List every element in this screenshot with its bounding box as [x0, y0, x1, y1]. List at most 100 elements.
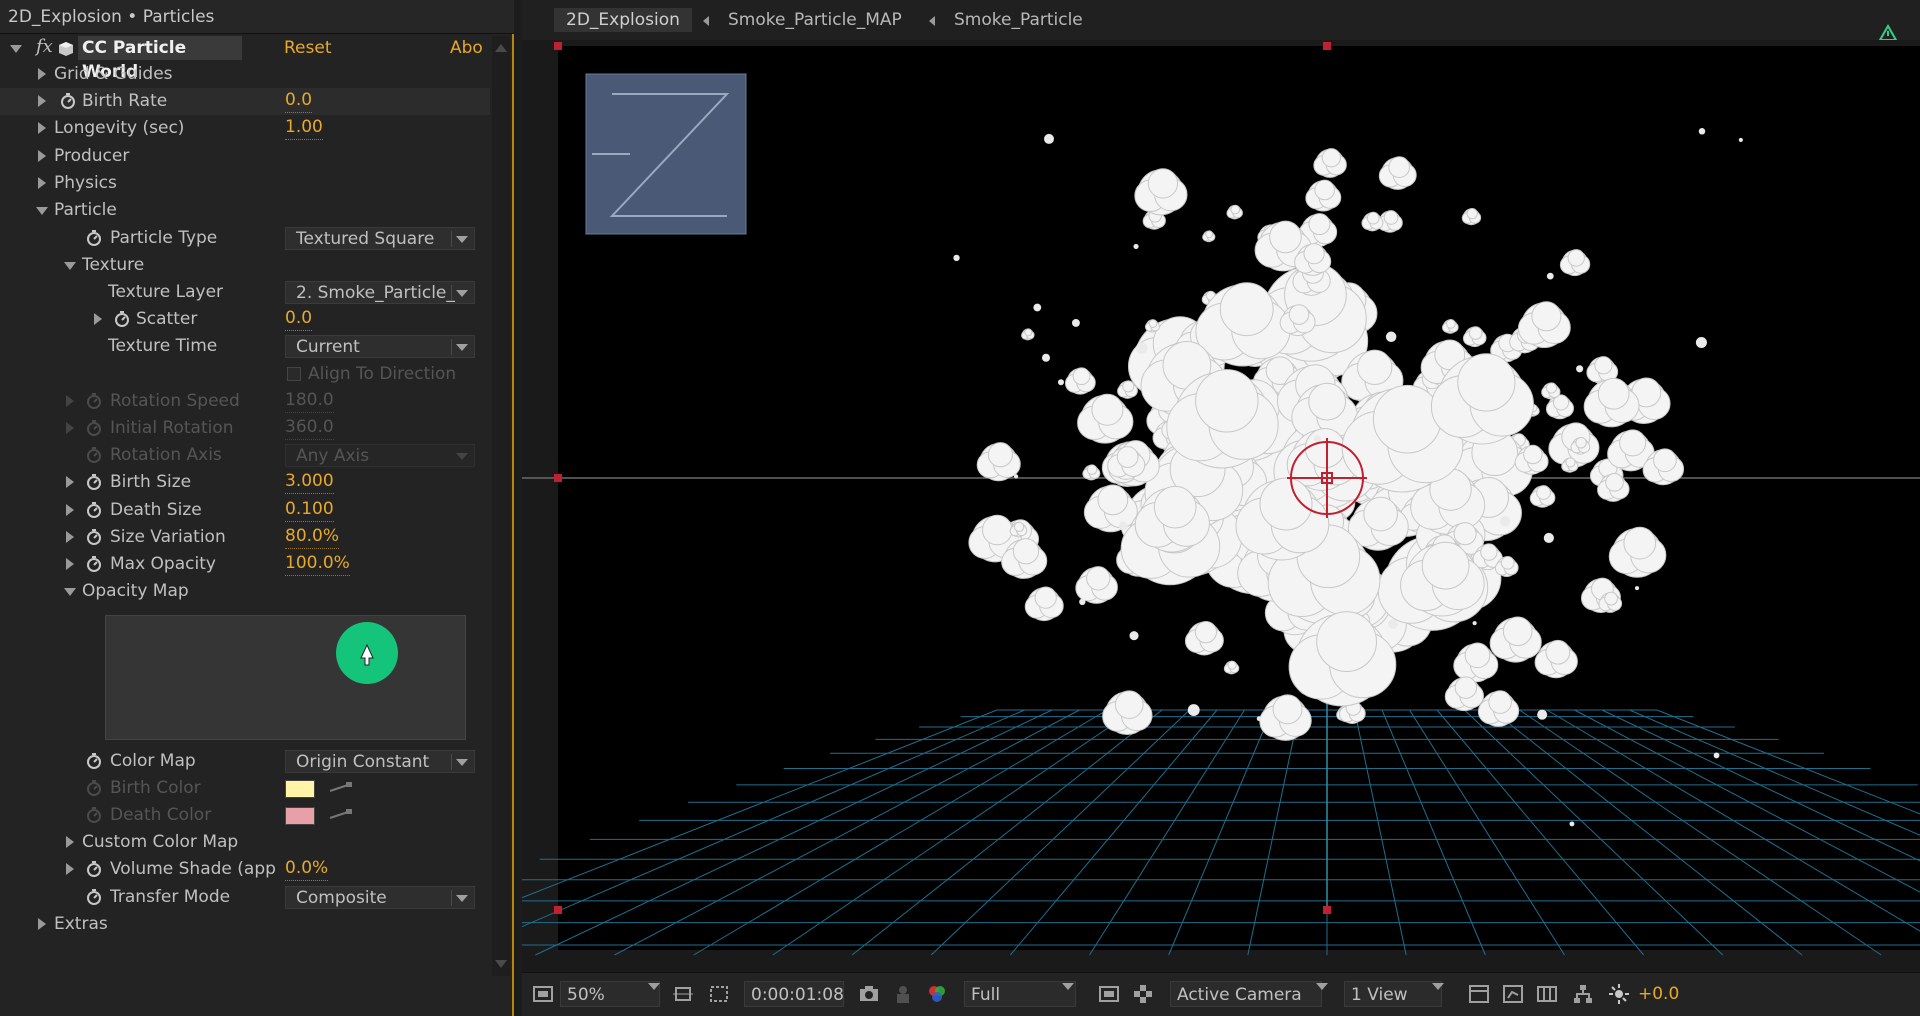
prop-birth-size[interactable]: Birth Size 3.000	[0, 469, 490, 496]
timecode-field[interactable]: 0:00:01:08	[744, 981, 844, 1007]
exposure-reset-icon[interactable]	[1608, 983, 1630, 1005]
scroll-up-icon[interactable]	[495, 44, 507, 52]
texture-time-dropdown[interactable]: Current	[285, 335, 475, 358]
stopwatch-icon[interactable]	[86, 502, 102, 518]
prop-physics[interactable]: Physics	[0, 170, 490, 197]
prop-grid-guides[interactable]: Grid & Guides	[0, 61, 490, 88]
bounding-handle[interactable]	[554, 474, 562, 482]
twirl-closed-icon[interactable]	[66, 558, 74, 570]
effect-name[interactable]: CC Particle World	[78, 36, 242, 82]
transfer-mode-dropdown[interactable]: Composite	[285, 886, 475, 909]
prop-rotation-speed[interactable]: Rotation Speed 180.0	[0, 388, 490, 415]
longevity-value[interactable]: 1.00	[285, 115, 323, 140]
stopwatch-icon[interactable]	[86, 556, 102, 572]
stopwatch-icon[interactable]	[86, 230, 102, 246]
channels-icon[interactable]	[926, 983, 948, 1005]
exposure-value[interactable]: +0.0	[1638, 981, 1679, 1007]
resolution-dropdown[interactable]: Full	[964, 981, 1076, 1007]
twirl-closed-icon[interactable]	[66, 422, 74, 434]
prop-extras[interactable]: Extras	[0, 911, 490, 938]
death-size-value[interactable]: 0.100	[285, 497, 334, 522]
scroll-down-icon[interactable]	[495, 960, 507, 968]
eyedropper-icon[interactable]	[328, 781, 354, 795]
prop-longevity[interactable]: Longevity (sec) 1.00	[0, 115, 490, 142]
prop-death-size[interactable]: Death Size 0.100	[0, 497, 490, 524]
prop-texture-layer[interactable]: Texture Layer 2. Smoke_Particle_	[0, 279, 490, 306]
particle-type-dropdown[interactable]: Textured Square	[285, 227, 475, 250]
birth-color-swatch[interactable]	[285, 780, 315, 798]
death-color-swatch[interactable]	[285, 807, 315, 825]
bounding-handle[interactable]	[1323, 906, 1331, 914]
prop-volume-shade[interactable]: Volume Shade (app 0.0%	[0, 856, 490, 883]
align-checkbox[interactable]	[287, 367, 301, 381]
prop-texture[interactable]: Texture	[0, 252, 490, 279]
twirl-closed-icon[interactable]	[66, 504, 74, 516]
twirl-closed-icon[interactable]	[66, 836, 74, 848]
prop-size-variation[interactable]: Size Variation 80.0%	[0, 524, 490, 551]
about-button[interactable]: Abo	[450, 36, 483, 60]
fit-icon[interactable]	[672, 983, 694, 1005]
prop-custom-color-map[interactable]: Custom Color Map	[0, 829, 490, 856]
stopwatch-icon[interactable]	[86, 529, 102, 545]
prop-birth-rate[interactable]: Birth Rate 0.0	[0, 88, 490, 115]
breadcrumb-item-smoke-particle-map[interactable]: Smoke_Particle_MAP	[716, 8, 914, 32]
twirl-closed-icon[interactable]	[38, 177, 46, 189]
twirl-closed-icon[interactable]	[66, 395, 74, 407]
composition-canvas[interactable]	[522, 40, 1920, 970]
twirl-open-icon[interactable]	[64, 588, 76, 596]
zoom-dropdown[interactable]: 50%	[560, 981, 660, 1007]
breadcrumb-item-2d-explosion[interactable]: 2D_Explosion	[554, 8, 692, 32]
stopwatch-icon[interactable]	[86, 861, 102, 877]
fast-previews-icon[interactable]	[1098, 983, 1120, 1005]
stopwatch-icon[interactable]	[86, 780, 102, 796]
color-map-dropdown[interactable]: Origin Constant	[285, 750, 475, 773]
3d-view-icon[interactable]	[1536, 983, 1558, 1005]
twirl-closed-icon[interactable]	[38, 918, 46, 930]
birth-rate-value[interactable]: 0.0	[285, 88, 313, 113]
twirl-open-icon[interactable]	[64, 262, 76, 270]
effect-header[interactable]: fx CC Particle World Reset Abo	[0, 36, 496, 82]
size-variation-value[interactable]: 80.0%	[285, 524, 340, 549]
panel-scrollbar[interactable]	[492, 36, 510, 976]
stopwatch-icon[interactable]	[86, 393, 102, 409]
show-snapshot-icon[interactable]	[892, 983, 914, 1005]
prop-initial-rotation[interactable]: Initial Rotation 360.0	[0, 415, 490, 442]
comp-flowchart-icon[interactable]	[1502, 983, 1524, 1005]
bounding-handle[interactable]	[554, 42, 562, 50]
prop-max-opacity[interactable]: Max Opacity 100.0%	[0, 551, 490, 578]
transparency-grid-icon[interactable]	[1132, 983, 1154, 1005]
twirl-open-icon[interactable]	[36, 207, 48, 215]
breadcrumb-item-smoke-particle[interactable]: Smoke_Particle	[942, 8, 1095, 32]
scatter-value[interactable]: 0.0	[285, 306, 313, 331]
birth-size-value[interactable]: 3.000	[285, 469, 334, 494]
view-layout-dropdown[interactable]: 1 View	[1344, 981, 1442, 1007]
stopwatch-icon[interactable]	[86, 889, 102, 905]
stopwatch-icon[interactable]	[86, 753, 102, 769]
twirl-closed-icon[interactable]	[66, 863, 74, 875]
rotation-axis-dropdown[interactable]: Any Axis	[285, 444, 475, 467]
fx-icon[interactable]: fx	[36, 36, 53, 57]
effect-twirl-icon[interactable]	[10, 45, 22, 53]
timeline-icon[interactable]	[1468, 983, 1490, 1005]
prop-transfer-mode[interactable]: Transfer Mode Composite	[0, 884, 490, 911]
camera-view-dropdown[interactable]: Active Camera	[1170, 981, 1322, 1007]
always-preview-icon[interactable]	[532, 983, 554, 1005]
volume-shade-value[interactable]: 0.0%	[285, 856, 329, 881]
twirl-closed-icon[interactable]	[38, 95, 46, 107]
prop-birth-color[interactable]: Birth Color	[0, 775, 490, 802]
eyedropper-icon[interactable]	[328, 808, 354, 822]
prop-rotation-axis[interactable]: Rotation Axis Any Axis	[0, 442, 490, 469]
prop-texture-time[interactable]: Texture Time Current	[0, 333, 490, 360]
region-of-interest-icon[interactable]	[708, 983, 730, 1005]
twirl-closed-icon[interactable]	[38, 122, 46, 134]
stopwatch-icon[interactable]	[86, 474, 102, 490]
stopwatch-icon[interactable]	[86, 420, 102, 436]
opacity-map-graph[interactable]	[105, 615, 466, 740]
twirl-closed-icon[interactable]	[38, 150, 46, 162]
prop-particle-type[interactable]: Particle Type Textured Square	[0, 225, 490, 252]
prop-producer[interactable]: Producer	[0, 143, 490, 170]
stopwatch-icon[interactable]	[60, 93, 76, 109]
twirl-closed-icon[interactable]	[94, 313, 102, 325]
prop-scatter[interactable]: Scatter 0.0	[0, 306, 490, 333]
camera-snapshot-icon[interactable]	[858, 983, 880, 1005]
